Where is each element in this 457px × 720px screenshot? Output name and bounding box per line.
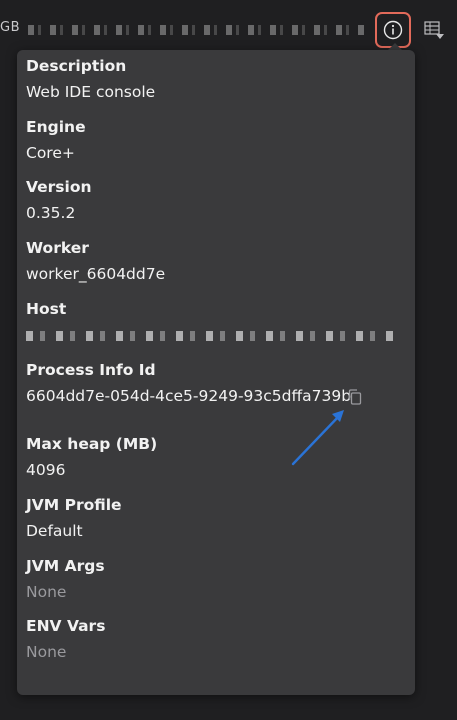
copy-icon[interactable] xyxy=(346,388,364,406)
toolbar-text: GB xyxy=(0,20,20,35)
top-toolbar: GB xyxy=(0,0,457,48)
host-value-redacted xyxy=(26,331,398,341)
field-engine: Engine Core+ xyxy=(26,117,86,163)
field-env-vars: ENV Vars None xyxy=(26,616,105,662)
field-label: Host xyxy=(26,300,67,318)
field-max-heap: Max heap (MB) 4096 xyxy=(26,434,157,480)
field-jvm-args: JVM Args None xyxy=(26,556,105,602)
info-icon[interactable] xyxy=(383,20,403,40)
field-worker: Worker worker_6604dd7e xyxy=(26,238,165,284)
field-label: JVM Args xyxy=(26,557,105,575)
field-host: Host xyxy=(26,299,398,341)
field-label: Process Info Id xyxy=(26,361,156,379)
field-jvm-profile: JVM Profile Default xyxy=(26,495,122,541)
field-value: Core+ xyxy=(26,144,75,162)
field-description: Description Web IDE console xyxy=(26,56,155,102)
field-label: Max heap (MB) xyxy=(26,435,158,453)
field-value: worker_6604dd7e xyxy=(26,265,166,283)
field-value: 4096 xyxy=(26,461,66,479)
field-version: Version 0.35.2 xyxy=(26,177,92,223)
field-label: Version xyxy=(26,178,92,196)
field-value: Web IDE console xyxy=(26,83,156,101)
field-label: ENV Vars xyxy=(26,617,106,635)
field-label: JVM Profile xyxy=(26,496,122,514)
field-value: 0.35.2 xyxy=(26,204,76,222)
table-dropdown-icon[interactable] xyxy=(424,20,450,42)
field-value: 6604dd7e-054d-4ce5-9249-93c5dffa739b xyxy=(26,387,352,405)
field-value: None xyxy=(26,643,67,661)
field-process-info-id: Process Info Id 6604dd7e-054d-4ce5-9249-… xyxy=(26,360,362,408)
annotation-arrow-icon xyxy=(291,410,344,466)
field-value: None xyxy=(26,583,67,601)
redacted-toolbar-text xyxy=(28,25,368,35)
field-label: Worker xyxy=(26,239,89,257)
field-value: Default xyxy=(26,522,83,540)
field-label: Engine xyxy=(26,118,86,136)
field-label: Description xyxy=(26,57,127,75)
